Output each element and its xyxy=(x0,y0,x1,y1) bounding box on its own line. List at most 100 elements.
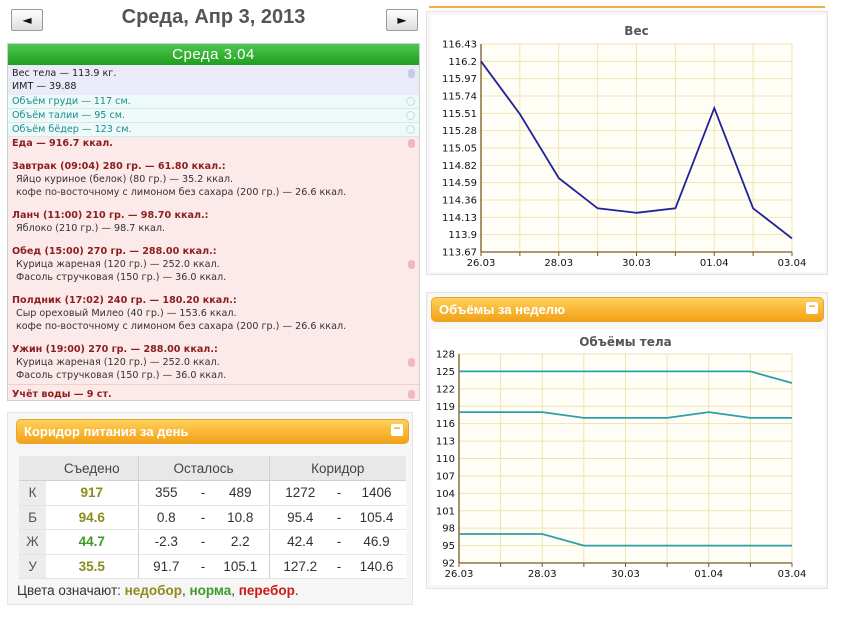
corridor-min-value: 42.4 xyxy=(268,529,331,555)
measurement-row-hips[interactable]: Объём бёдер — 123 см. xyxy=(8,123,419,137)
table-row: Ж 44.7 -2.3-2.2 42.4-46.9 xyxy=(19,529,406,555)
range-dash: - xyxy=(194,480,212,506)
minimize-button[interactable]: − xyxy=(391,422,403,436)
range-dash: - xyxy=(194,505,212,530)
y-tick-label: 113.67 xyxy=(442,248,477,259)
range-dash: - xyxy=(331,554,347,579)
y-tick-label: 119 xyxy=(436,402,455,413)
table-row: К 917 355-489 1272-1406 xyxy=(19,480,406,506)
eaten-value: 35.5 xyxy=(46,554,138,579)
y-tick-label: 115.74 xyxy=(442,92,477,103)
left-min-value: -2.3 xyxy=(137,529,194,555)
weight-marker-icon xyxy=(408,69,415,78)
corridor-table: Съедено Осталось Коридор К 917 355-489 1272… xyxy=(19,456,406,579)
chart-title: Вес xyxy=(624,24,648,38)
food-block[interactable]: Еда — 916.7 ккал. Завтрак (09:04) 280 гр… xyxy=(8,137,419,384)
measurement-row-chest[interactable]: Объём груди — 117 см. xyxy=(8,95,419,109)
y-tick-label: 116.2 xyxy=(448,57,477,68)
water-line: Учёт воды — 9 ст. xyxy=(12,389,112,400)
diary-header: Среда 3.04 xyxy=(8,44,419,65)
left-max-value: 489 xyxy=(212,480,269,506)
food-total-text: Еда — 916.7 ккал. xyxy=(12,138,113,149)
meal-item: Курица жареная (120 гр.) — 252.0 ккал. xyxy=(8,258,419,271)
diary-panel: Среда 3.04 Вес тела — 113.9 кг. ИМТ — 39… xyxy=(7,43,420,401)
bmi-line: ИМТ — 39.88 xyxy=(12,81,77,92)
x-tick-label: 30.03 xyxy=(611,569,640,580)
food-total: Еда — 916.7 ккал. xyxy=(8,137,419,150)
next-day-button[interactable]: ► xyxy=(386,9,418,31)
corridor-min-value: 1272 xyxy=(268,480,331,506)
prev-day-button[interactable]: ◄ xyxy=(11,9,43,31)
row-label: К xyxy=(19,480,46,506)
table-row: У 35.5 91.7-105.1 127.2-140.6 xyxy=(19,554,406,579)
legend-over: перебор xyxy=(238,583,295,598)
left-min-value: 91.7 xyxy=(137,554,194,579)
left-max-value: 10.8 xyxy=(212,505,269,530)
table-header-corridor: Коридор xyxy=(268,456,406,481)
y-tick-label: 113.9 xyxy=(448,230,477,241)
x-tick-label: 03.04 xyxy=(778,258,807,269)
x-tick-label: 01.04 xyxy=(700,258,729,269)
legend-under: недобор xyxy=(124,583,182,598)
measurement-hips: Объём бёдер — 123 см. xyxy=(12,124,132,135)
y-tick-label: 113 xyxy=(436,437,455,448)
food-marker-icon xyxy=(408,139,415,148)
chart-title: Объёмы тела xyxy=(579,335,672,349)
corridor-max-value: 1406 xyxy=(347,480,406,506)
weight-chart: Вес 113.67 113.9 114.13 114.36 114.59 114.82 11… xyxy=(431,15,825,272)
y-tick-label: 116.43 xyxy=(442,40,477,51)
meal-title: Полдник (17:02) 240 гр. — 180.20 ккал.: xyxy=(12,295,237,306)
date-title: Среда, Апр 3, 2013 xyxy=(121,6,306,28)
table-header-left: Осталось xyxy=(137,456,269,481)
y-tick-label: 122 xyxy=(436,384,455,395)
x-tick-label: 28.03 xyxy=(544,258,573,269)
color-legend: Цвета означают: недобор, норма, перебор. xyxy=(17,583,299,598)
y-tick-label: 115.28 xyxy=(442,126,477,137)
weight-row: Вес тела — 113.9 кг. xyxy=(8,67,419,80)
legend-norm: норма xyxy=(189,583,232,598)
corridor-max-value: 105.4 xyxy=(347,505,406,530)
meal-item-text: Курица жареная (120 гр.) — 252.0 ккал. xyxy=(16,357,220,368)
meal-item-text: Курица жареная (120 гр.) — 252.0 ккал. xyxy=(16,259,220,270)
food-marker-icon xyxy=(408,260,415,269)
y-tick-label: 114.59 xyxy=(442,178,477,189)
measurement-row-waist[interactable]: Объём талии — 95 см. xyxy=(8,109,419,123)
eaten-value: 94.6 xyxy=(46,505,138,530)
meal-item: кофе по-восточному с лимоном без сахара … xyxy=(16,187,347,198)
y-tick-label: 101 xyxy=(436,506,455,517)
y-tick-label: 95 xyxy=(442,541,455,552)
y-tick-label: 114.13 xyxy=(442,213,477,224)
minimize-button[interactable]: − xyxy=(806,300,818,314)
y-tick-label: 107 xyxy=(436,471,455,482)
meal-title: Завтрак (09:04) 280 гр. — 61.80 ккал.: xyxy=(12,161,226,172)
measurement-chest: Объём груди — 117 см. xyxy=(12,96,131,107)
weight-block[interactable]: Вес тела — 113.9 кг. ИМТ — 39.88 xyxy=(8,65,419,95)
table-row: Б 94.6 0.8-10.8 95.4-105.4 xyxy=(19,505,406,530)
corridor-title: Коридор питания за день xyxy=(24,424,189,439)
y-tick-label: 114.36 xyxy=(442,196,477,207)
measurement-marker-icon xyxy=(406,97,415,106)
corridor-header: Коридор питания за день − xyxy=(16,419,409,444)
row-label: Б xyxy=(19,505,46,530)
meal-item: Сыр ореховый Милео (40 гр.) — 153.6 ккал… xyxy=(16,308,237,319)
meal-item: Фасоль стручковая (150 гр.) — 36.0 ккал. xyxy=(16,272,227,283)
y-tick-label: 98 xyxy=(442,524,455,535)
x-tick-label: 03.04 xyxy=(778,569,807,580)
corridor-max-value: 140.6 xyxy=(347,554,406,579)
range-dash: - xyxy=(194,554,212,579)
volumes-panel: Объёмы за неделю − Объёмы тела 92 95 98 101 1… xyxy=(426,292,828,589)
volumes-title: Объёмы за неделю xyxy=(439,302,566,317)
weight-line: Вес тела — 113.9 кг. xyxy=(12,68,117,79)
nutrition-corridor-panel: Коридор питания за день − Съедено Остало… xyxy=(7,412,413,605)
measurement-marker-icon xyxy=(406,125,415,134)
y-tick-label: 128 xyxy=(436,350,455,361)
volumes-header: Объёмы за неделю − xyxy=(431,297,824,322)
eaten-value: 917 xyxy=(46,480,138,506)
y-tick-label: 125 xyxy=(436,367,455,378)
row-label: Ж xyxy=(19,529,46,555)
meal-title: Обед (15:00) 270 гр. — 288.00 ккал.: xyxy=(12,246,217,257)
left-min-value: 355 xyxy=(137,480,194,506)
measurement-waist: Объём талии — 95 см. xyxy=(12,110,126,121)
water-row[interactable]: Учёт воды — 9 ст. xyxy=(8,384,419,400)
corridor-min-value: 95.4 xyxy=(268,505,331,530)
